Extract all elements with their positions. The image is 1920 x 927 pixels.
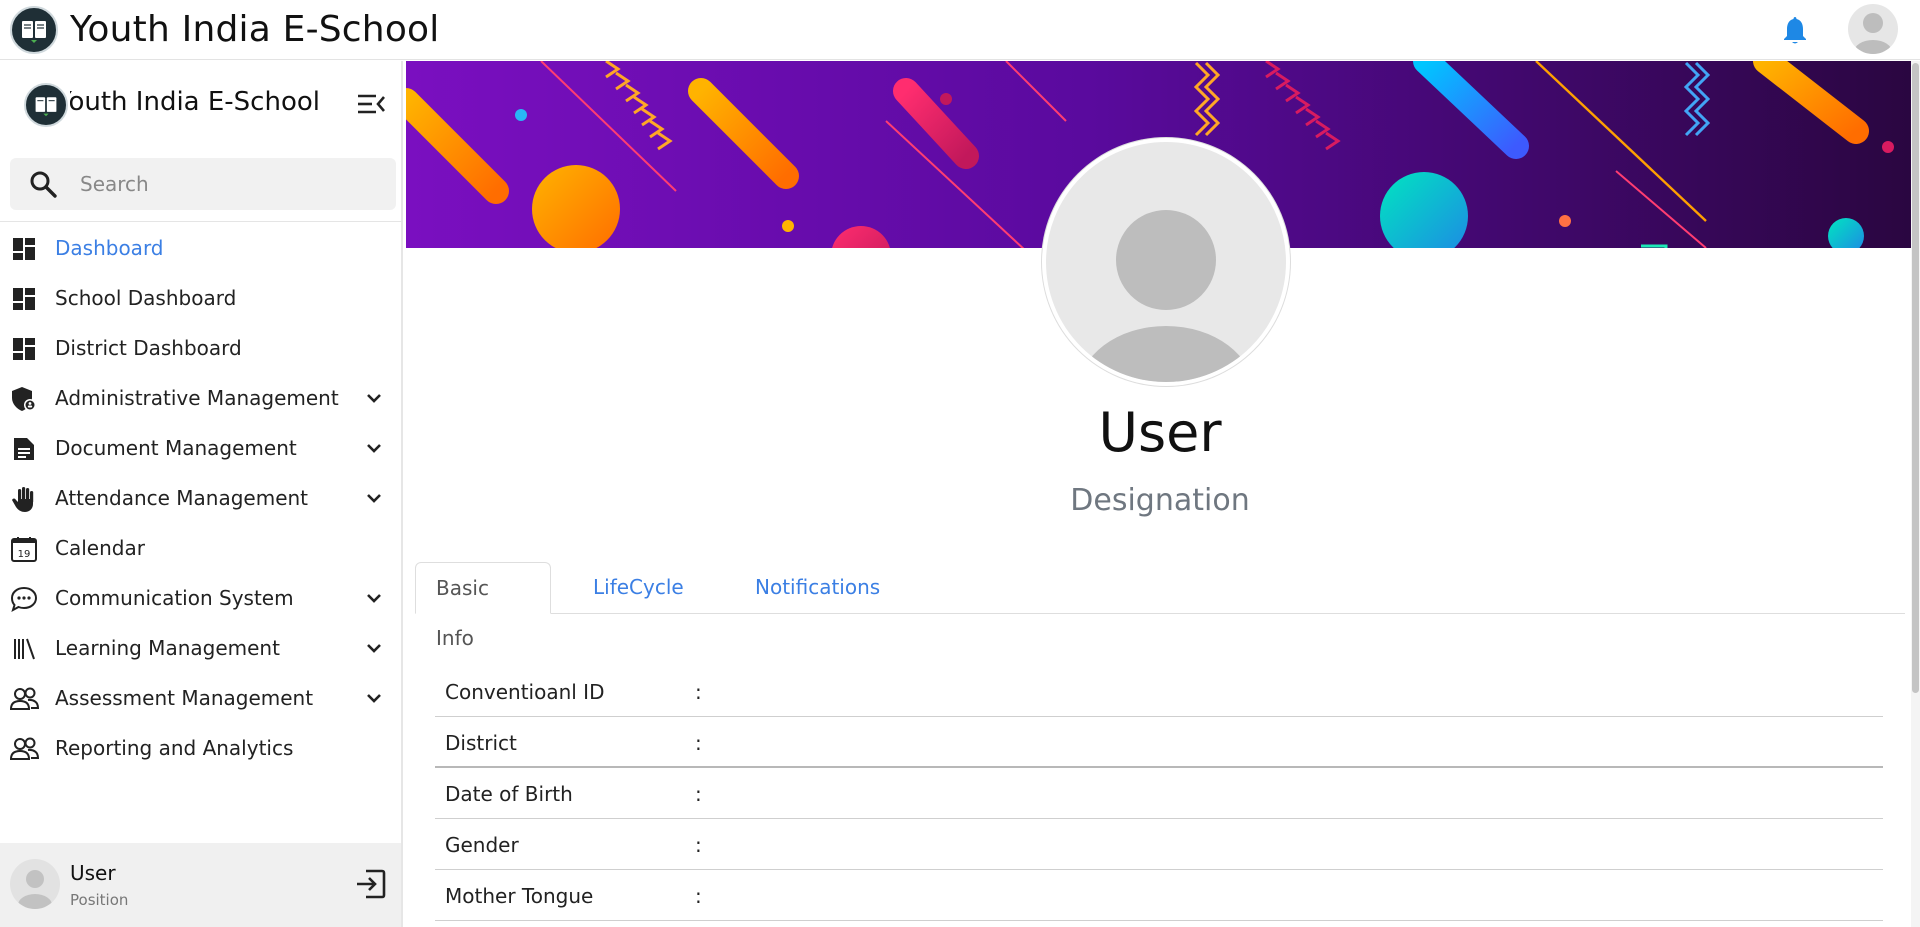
tab-lifecycle[interactable]: LifeCycle: [573, 562, 704, 614]
avatar[interactable]: [10, 859, 60, 909]
sidebar-item-label: Communication System: [55, 586, 294, 610]
sidebar-item-label: Assessment Management: [55, 686, 314, 710]
sidebar-brand-title: Youth India E-School: [70, 87, 320, 117]
search-icon[interactable]: [28, 169, 58, 199]
info-row-gender: Gender :: [435, 819, 1883, 870]
dashboard-icon: [10, 335, 38, 363]
collapse-menu-icon[interactable]: [356, 91, 386, 117]
tab-basic-info[interactable]: Basic Info: [415, 562, 551, 650]
chevron-down-icon[interactable]: [364, 488, 384, 508]
info-row-district: District :: [435, 717, 1883, 768]
dashboard-icon: [10, 235, 38, 263]
sidebar-item-attendance-management[interactable]: Attendance Management: [0, 473, 401, 523]
info-separator: :: [695, 782, 702, 806]
sidebar-user-footer: User Position: [0, 843, 401, 927]
sidebar-item-school-dashboard[interactable]: School Dashboard: [0, 273, 401, 323]
document-icon: [10, 435, 38, 463]
sidebar-nav: Dashboard School Dashboard District Dash…: [0, 223, 401, 773]
chevron-down-icon[interactable]: [364, 588, 384, 608]
library-icon: [10, 635, 38, 663]
dashboard-icon: [10, 285, 38, 313]
user-avatar[interactable]: [1848, 4, 1898, 54]
sidebar-divider: [0, 221, 403, 222]
info-label: Conventioanl ID: [445, 680, 605, 704]
profile-tabs: Basic Info LifeCycle Notifications: [415, 562, 1905, 650]
main-scrollbar[interactable]: [1911, 61, 1920, 927]
sidebar-brand: Youth India E-School: [0, 61, 401, 149]
logout-icon[interactable]: [354, 867, 388, 901]
search-input[interactable]: [80, 172, 380, 196]
chevron-down-icon[interactable]: [364, 438, 384, 458]
sidebar-item-administrative-management[interactable]: Administrative Management: [0, 373, 401, 423]
app-title: Youth India E-School: [70, 9, 440, 50]
sidebar-item-label: District Dashboard: [55, 336, 242, 360]
footer-user-position: Position: [70, 891, 129, 909]
info-label: Gender: [445, 833, 519, 857]
calendar-icon: 19: [10, 535, 38, 563]
sidebar-item-label: Learning Management: [55, 636, 280, 660]
sidebar-item-label: School Dashboard: [55, 286, 237, 310]
bell-icon[interactable]: [1782, 15, 1808, 45]
profile-designation: Designation: [1070, 483, 1250, 518]
info-separator: :: [695, 680, 702, 704]
calendar-day: 19: [18, 549, 31, 560]
chevron-down-icon[interactable]: [364, 638, 384, 658]
sidebar-item-calendar[interactable]: 19 Calendar: [0, 523, 401, 573]
chat-icon: [10, 585, 38, 613]
info-separator: :: [695, 884, 702, 908]
admin-shield-icon: [10, 385, 38, 413]
scrollbar-thumb[interactable]: [1912, 63, 1919, 693]
chevron-down-icon[interactable]: [364, 388, 384, 408]
book-logo-icon[interactable]: [10, 5, 58, 54]
sidebar-item-assessment-management[interactable]: Assessment Management: [0, 673, 401, 723]
profile-avatar[interactable]: [1042, 138, 1290, 386]
sidebar-item-label: Calendar: [55, 536, 145, 560]
info-separator: :: [695, 833, 702, 857]
basic-info-table: Conventioanl ID : District : Date of Bir…: [435, 666, 1883, 921]
users-icon: [9, 685, 40, 713]
sidebar-item-dashboard[interactable]: Dashboard: [0, 223, 401, 273]
info-row-conventional-id: Conventioanl ID :: [435, 666, 1883, 717]
tab-notifications[interactable]: Notifications: [735, 562, 900, 614]
chevron-down-icon[interactable]: [364, 688, 384, 708]
main-content: User Designation Basic Info LifeCycle No…: [405, 61, 1920, 927]
info-row-date-of-birth: Date of Birth :: [435, 768, 1883, 819]
info-row-mother-tongue: Mother Tongue :: [435, 870, 1883, 921]
sidebar-item-communication-system[interactable]: Communication System: [0, 573, 401, 623]
info-separator: :: [695, 731, 702, 755]
sidebar-item-reporting-and-analytics[interactable]: Reporting and Analytics: [0, 723, 401, 773]
sidebar-item-label: Dashboard: [55, 236, 164, 260]
sidebar-item-label: Reporting and Analytics: [55, 736, 294, 760]
sidebar: Youth India E-School Dashboard: [0, 61, 403, 927]
info-label: Date of Birth: [445, 782, 573, 806]
sidebar-item-label: Attendance Management: [55, 486, 309, 510]
sidebar-item-learning-management[interactable]: Learning Management: [0, 623, 401, 673]
sidebar-item-label: Document Management: [55, 436, 297, 460]
footer-user-name: User: [70, 861, 116, 885]
sidebar-item-document-management[interactable]: Document Management: [0, 423, 401, 473]
info-label: Mother Tongue: [445, 884, 594, 908]
top-header: Youth India E-School: [0, 0, 1920, 60]
users-icon: [9, 735, 40, 763]
search-box: [10, 158, 396, 210]
book-logo-icon: [24, 83, 68, 127]
hand-icon: [10, 485, 38, 513]
sidebar-item-district-dashboard[interactable]: District Dashboard: [0, 323, 401, 373]
sidebar-item-label: Administrative Management: [55, 386, 339, 410]
profile-name: User: [1098, 401, 1222, 464]
info-label: District: [445, 731, 517, 755]
